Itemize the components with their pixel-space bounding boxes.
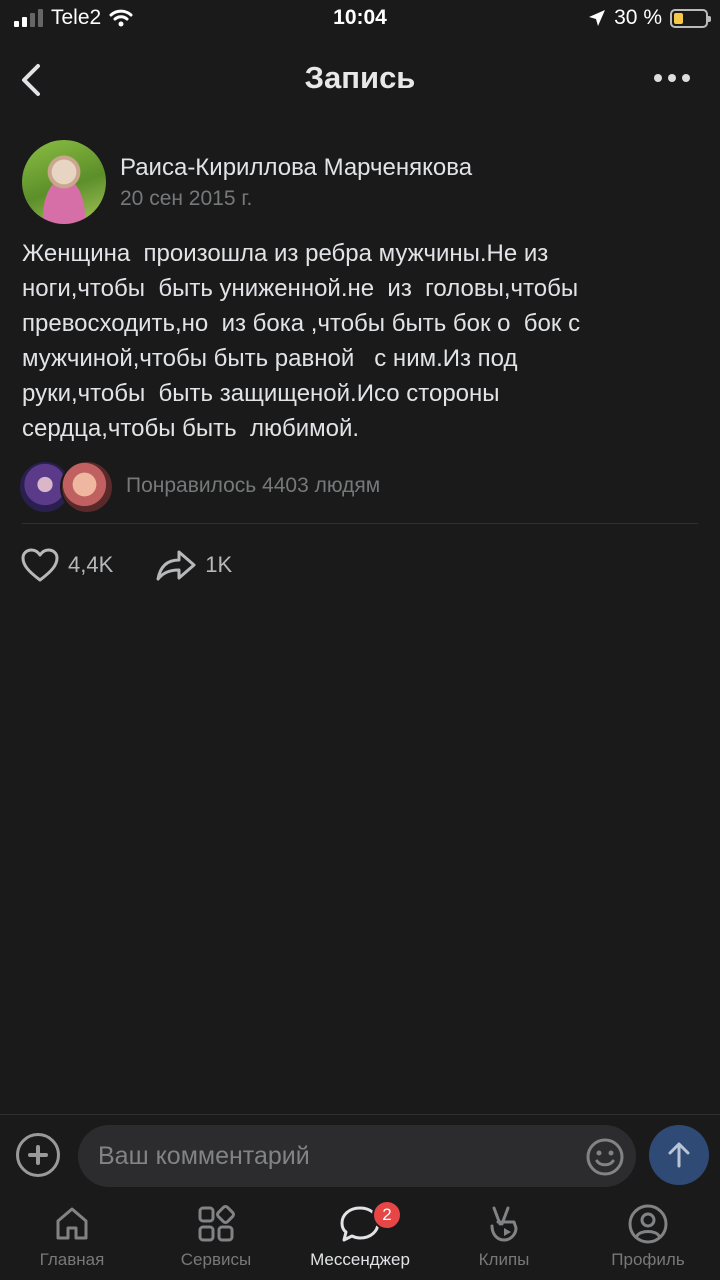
liked-by-row[interactable]: Понравилось 4403 людям: [18, 460, 698, 516]
post-actions: 4,4K 1K: [20, 540, 274, 590]
like-button[interactable]: 4,4K: [20, 547, 113, 583]
tab-label: Клипы: [478, 1250, 530, 1269]
add-attachment-button[interactable]: [16, 1133, 60, 1177]
share-icon: [156, 550, 196, 581]
author-name[interactable]: Раиса-Кириллова Марченякова: [120, 154, 472, 182]
tab-bar: Главная Сервисы 2 Мессенджер Клипы Профи…: [0, 1198, 720, 1280]
more-icon[interactable]: [654, 74, 690, 82]
author-avatar[interactable]: [22, 140, 106, 224]
comment-bar: [0, 1114, 720, 1198]
liker-avatar: [60, 460, 114, 514]
tab-label: Мессенджер: [310, 1250, 410, 1269]
tab-label: Профиль: [611, 1250, 685, 1269]
messenger-badge: 2: [372, 1200, 402, 1230]
likes-count: 4,4K: [68, 552, 114, 577]
tab-label: Главная: [39, 1250, 105, 1269]
divider: [22, 523, 698, 524]
comment-input[interactable]: [78, 1125, 636, 1187]
tab-home[interactable]: Главная: [0, 1198, 144, 1280]
battery-icon: [670, 8, 711, 28]
tab-profile[interactable]: Профиль: [576, 1198, 720, 1280]
nav-bar: Запись: [0, 46, 720, 112]
profile-icon: [628, 1204, 668, 1244]
liked-by-text: Понравилось 4403 людям: [126, 474, 381, 497]
home-icon: [56, 1207, 88, 1240]
tab-label: Сервисы: [180, 1250, 252, 1269]
send-button[interactable]: [649, 1125, 709, 1185]
post-author[interactable]: Раиса-Кириллова Марченякова 20 сен 2015 …: [22, 140, 702, 226]
location-icon: [589, 10, 606, 26]
share-button[interactable]: 1K: [155, 548, 232, 582]
emoji-icon[interactable]: [585, 1137, 625, 1177]
services-icon: [198, 1205, 235, 1242]
clips-icon: [490, 1206, 518, 1242]
tab-messenger[interactable]: 2 Мессенджер: [288, 1198, 432, 1280]
arrow-up-icon: [668, 1142, 690, 1168]
battery-percent: 30 %: [614, 6, 662, 29]
tab-clips[interactable]: Клипы: [432, 1198, 576, 1280]
shares-count: 1K: [205, 552, 233, 577]
heart-icon: [21, 548, 59, 582]
post-date: 20 сен 2015 г.: [120, 187, 253, 210]
status-bar: Tele2 10:04 30 %: [0, 0, 720, 40]
page-title: Запись: [304, 60, 416, 95]
tab-services[interactable]: Сервисы: [144, 1198, 288, 1280]
status-right: 30 %: [588, 6, 711, 30]
post-text: Женщина произошла из ребра мужчины.Не из…: [22, 240, 581, 442]
